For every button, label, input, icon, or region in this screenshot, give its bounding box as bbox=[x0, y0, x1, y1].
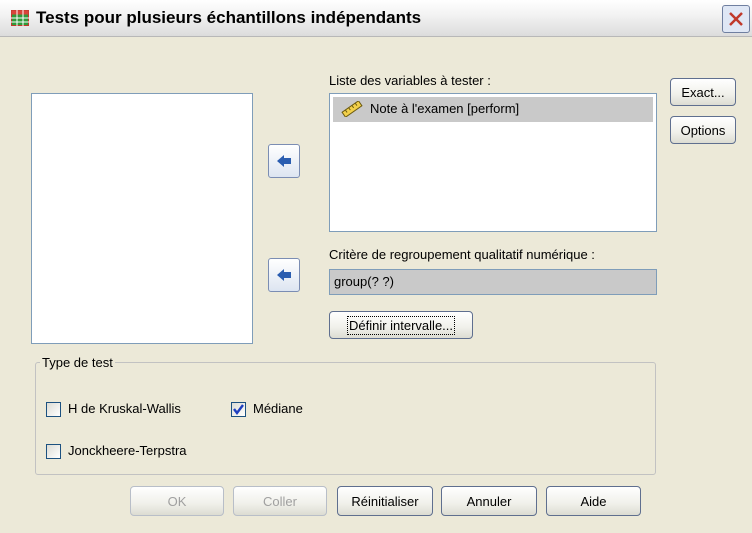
reset-button[interactable]: Réinitialiser bbox=[337, 486, 433, 516]
test-type-group bbox=[35, 362, 656, 475]
table-grid-icon bbox=[11, 10, 29, 26]
ruler-scale-icon bbox=[341, 101, 363, 117]
variable-label: Note à l'examen [perform] bbox=[370, 101, 520, 116]
grouping-label: Critère de regroupement qualitatif numér… bbox=[329, 247, 595, 262]
options-button[interactable]: Options bbox=[670, 116, 736, 144]
ok-button[interactable]: OK bbox=[130, 486, 224, 516]
arrow-left-icon bbox=[277, 155, 291, 167]
close-button[interactable] bbox=[722, 5, 750, 33]
grouping-variable-field[interactable]: group(? ?) bbox=[329, 269, 657, 295]
kruskal-wallis-checkbox[interactable] bbox=[46, 402, 61, 417]
median-checkbox[interactable] bbox=[231, 402, 246, 417]
checkmark-icon bbox=[233, 404, 244, 415]
grouping-value: group(? ?) bbox=[334, 274, 394, 289]
median-label[interactable]: Médiane bbox=[253, 401, 303, 416]
paste-button[interactable]: Coller bbox=[233, 486, 327, 516]
window-title: Tests pour plusieurs échantillons indépe… bbox=[36, 8, 422, 27]
jonckheere-terpstra-checkbox[interactable] bbox=[46, 444, 61, 459]
jonckheere-terpstra-label[interactable]: Jonckheere-Terpstra bbox=[68, 443, 187, 458]
arrow-left-icon bbox=[277, 269, 291, 281]
move-variable-button[interactable] bbox=[268, 144, 300, 178]
variables-list-label: Liste des variables à tester : bbox=[329, 73, 491, 88]
title-bar[interactable]: Tests pour plusieurs échantillons indépe… bbox=[0, 0, 752, 37]
test-variable-list[interactable]: Note à l'examen [perform] bbox=[329, 93, 657, 232]
cancel-button[interactable]: Annuler bbox=[441, 486, 537, 516]
test-type-label: Type de test bbox=[40, 355, 115, 370]
help-button[interactable]: Aide bbox=[546, 486, 641, 516]
dialog-window: Tests pour plusieurs échantillons indépe… bbox=[0, 0, 752, 533]
kruskal-wallis-label[interactable]: H de Kruskal-Wallis bbox=[68, 401, 181, 416]
exact-button[interactable]: Exact... bbox=[670, 78, 736, 106]
list-item[interactable]: Note à l'examen [perform] bbox=[333, 97, 653, 122]
close-icon bbox=[729, 12, 743, 26]
define-range-button[interactable]: Définir intervalle... bbox=[329, 311, 473, 339]
move-grouping-button[interactable] bbox=[268, 258, 300, 292]
source-variable-list[interactable] bbox=[31, 93, 253, 344]
